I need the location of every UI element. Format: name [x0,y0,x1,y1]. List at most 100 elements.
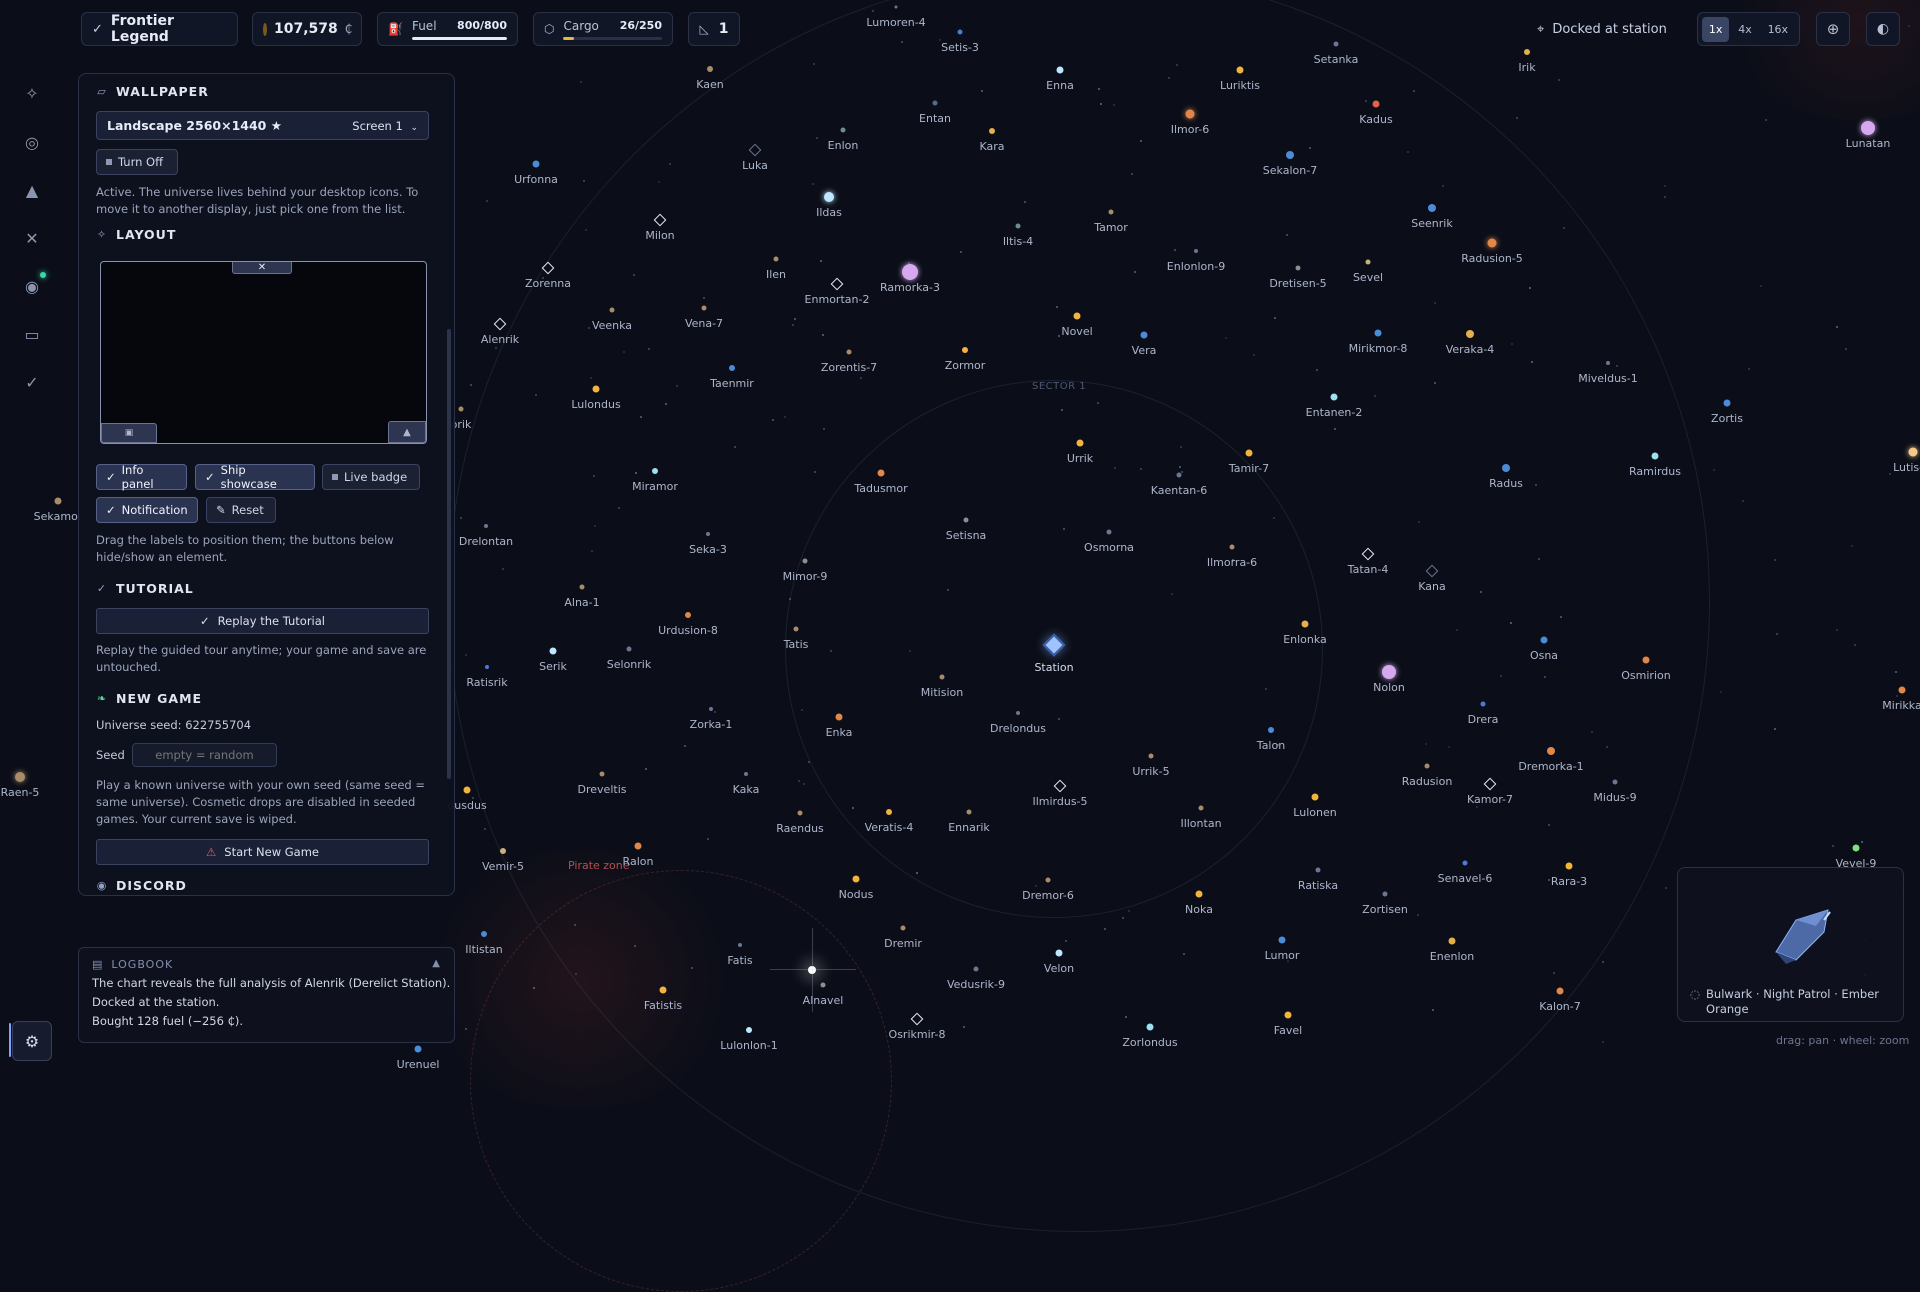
star [1055,305,1058,308]
toggle-live-badge[interactable]: Live badge [322,464,420,490]
planet-icon [900,925,906,931]
check-icon[interactable]: ✓ [20,370,44,394]
star [470,384,473,387]
planet-name: Zormor [944,359,986,372]
star [1860,840,1863,843]
star [1836,325,1839,328]
star [644,767,647,770]
planet-name: Sekalon-7 [1262,164,1318,177]
planet-icon [1565,862,1573,870]
replay-tutorial-button[interactable]: ✓ Replay the Tutorial [96,608,429,634]
star [1315,368,1318,371]
toggle-label: Info panel [121,463,154,491]
planet-name: Dremor-6 [1022,889,1074,902]
planet-name: Lumor [1264,949,1300,962]
recenter-button[interactable]: ⊕ [1816,12,1850,46]
star [800,708,803,711]
planet-name: Lunatan [1845,137,1891,150]
star [793,317,796,320]
zoom-1x[interactable]: 1x [1701,16,1730,42]
ship-showcase-card[interactable]: ◌ Bulwark · Night Patrol · Ember Orange [1677,867,1904,1022]
planet-icon [1852,844,1860,852]
toggle-info-panel[interactable]: ✓ Info panel [96,463,187,491]
planet-name: Zorentis-7 [820,361,878,374]
planet-icon [1908,447,1918,457]
zoom-4x[interactable]: 4x [1731,17,1759,42]
ship-showcase-handle[interactable]: ▣ [101,423,157,443]
planet-name: Radusion-5 [1461,252,1523,265]
planet-icon [1330,393,1338,401]
cargo-box-icon: ⬡ [544,22,555,36]
reset-layout-button[interactable]: ✎ Reset [206,497,276,523]
planet-icon [1372,100,1380,108]
compass-icon[interactable]: ◎ [20,130,44,154]
toggle-ship-showcase[interactable]: ✓ Ship showcase [195,463,315,491]
planet-name: Tamor [1094,221,1128,234]
planet-icon [1723,399,1731,407]
star [1253,353,1256,356]
terminal-icon[interactable]: ▭ [20,322,44,346]
gear-icon: ⚙ [24,1031,40,1051]
layout-preview[interactable]: ✕ ▣ ▲ [100,261,427,444]
planet-icon [962,347,968,353]
planet-name: Enka [825,726,853,739]
star [1895,670,1898,673]
off-square-icon [332,474,338,480]
turn-off-button[interactable]: Turn Off [96,149,178,175]
discord-heading: ◉ DISCORD [96,878,187,893]
route-icon[interactable]: ✧ [20,81,44,105]
logbook-entry: Docked at the station. [92,995,220,1009]
star [815,136,818,139]
chevron-up-icon[interactable]: ▲ [432,958,440,969]
planet-name: Dreveltis [577,783,627,796]
start-new-game-button[interactable]: ⚠ Start New Game [96,839,429,865]
leaf-icon: ❧ [96,692,108,705]
star [1121,917,1124,920]
universe-seed-info: Universe seed: 622755704 [96,718,252,732]
logbook-entry: The chart reveals the full analysis of A… [92,976,451,990]
planet-name: Seenrik [1411,217,1453,230]
star [1741,499,1744,502]
planet-name: Milon [645,229,675,242]
planet-name: Zorka-1 [689,718,733,731]
wallpaper-description: Active. The universe lives behind your d… [96,185,419,216]
network-icon[interactable]: ✕ [20,226,44,250]
planet-name: Radus [1489,477,1523,490]
planet-name: Ratiska [1297,879,1339,892]
broadcast-icon[interactable]: ◉ [20,274,44,298]
star [1562,227,1565,230]
zoom-16x[interactable]: 16x [1761,17,1796,42]
star [1773,559,1776,562]
logbook-panel[interactable]: ▤ LOGBOOK ▲ The chart reveals the full a… [78,947,455,1043]
seed-input[interactable] [132,743,277,767]
info-panel-handle[interactable]: ✕ [232,262,292,274]
settings-button[interactable]: ⚙ [12,1021,52,1061]
pirate-zone-ring [470,870,892,1292]
planet-icon [1146,1023,1154,1031]
planet-name: Selonrik [606,658,652,671]
notification-handle[interactable]: ▲ [388,421,426,443]
planet-icon [835,713,843,721]
ship-name-chip[interactable]: ✓ Frontier Legend [81,12,238,46]
rail-active-indicator [9,1023,11,1057]
star [1034,884,1037,887]
toggle-notification[interactable]: ✓ Notification [96,497,198,523]
planet-icon [652,468,658,474]
planet-name: Nolon [1373,681,1405,694]
planet-name: Veraka-4 [1445,343,1495,356]
theme-button[interactable]: ◐ [1866,12,1900,46]
star [484,827,487,830]
planet-icon [1016,711,1020,715]
planet-icon [707,66,713,72]
rocket-icon[interactable]: ▲ [20,178,44,202]
wallpaper-display-select[interactable]: Landscape 2560×1440 ★ Screen 1 ⌄ [96,111,429,140]
star [580,81,583,84]
planet-icon [659,986,667,994]
planet-name: Vena-7 [684,317,724,330]
planet-name: Lulondus [571,398,621,411]
planet-icon [846,349,852,355]
star [791,323,794,326]
panel-scrollbar[interactable] [447,329,451,779]
star [573,924,576,927]
rank-chip[interactable]: ◺ 1 [688,12,740,46]
